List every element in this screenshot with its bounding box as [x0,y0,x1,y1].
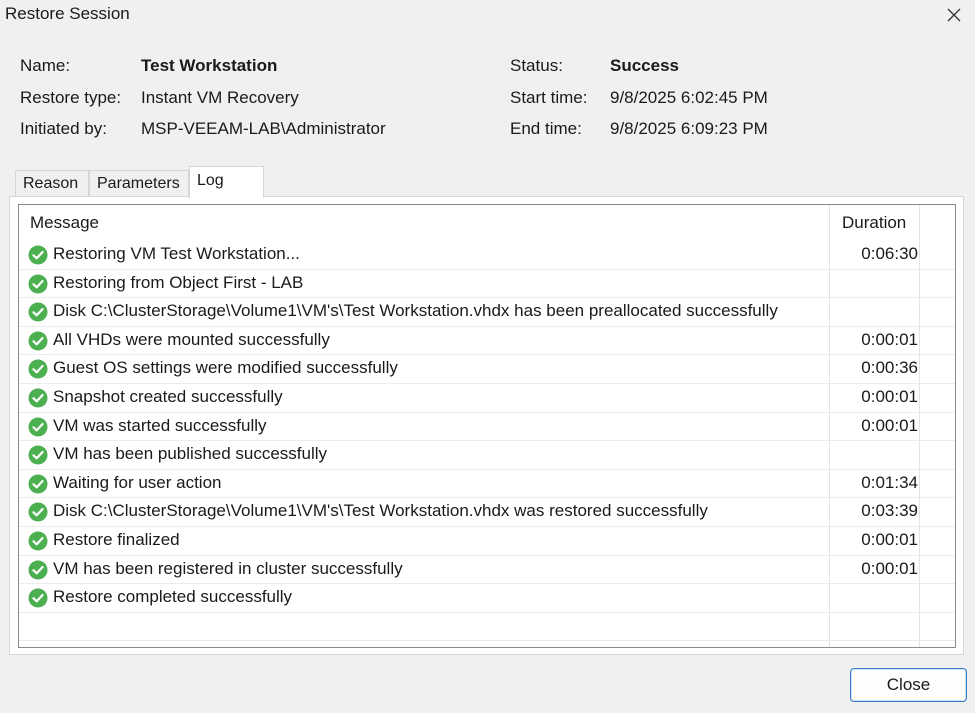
restore-type-label: Restore type: [20,88,122,107]
log-message: Restore completed successfully [53,587,293,607]
check-circle-icon [28,474,48,494]
check-circle-icon [28,531,48,551]
log-duration: 0:03:39 [861,501,918,521]
log-duration: 0:00:01 [861,415,918,435]
log-row[interactable]: Snapshot created successfully 0:00:01 [19,384,955,413]
check-circle-icon [28,445,48,465]
log-row[interactable]: VM was started successfully 0:00:01 [19,413,955,442]
log-duration: 0:01:34 [861,472,918,492]
log-message: VM was started successfully [53,415,267,435]
initiated-by-label: Initiated by: [20,119,107,138]
log-message: Restoring from Object First - LAB [53,272,304,292]
log-message: Restore finalized [53,530,180,549]
log-duration: 0:00:01 [861,387,918,406]
log-message: Snapshot created successfully [53,387,283,406]
initiated-by-value: MSP-VEEAM-LAB\Administrator [141,119,386,138]
duration-column-header[interactable]: Duration [842,213,906,233]
log-message: VM has been registered in cluster succes… [53,558,403,578]
restore-session-window: Restore Session Name: Test Workstation R… [0,0,975,713]
check-circle-icon [28,245,48,265]
log-message: VM has been published successfully [53,444,328,464]
log-duration: 0:00:01 [861,530,918,549]
log-panel: Message Duration Restoring VM Test Works… [9,196,964,655]
log-row[interactable]: Restore completed successfully [19,584,955,613]
log-row[interactable]: Waiting for user action 0:01:34 [19,470,955,499]
tab-reason[interactable]: Reason [15,170,89,196]
tab-parameters[interactable]: Parameters [89,170,189,196]
check-circle-icon [28,588,48,608]
log-message: Disk C:\ClusterStorage\Volume1\VM's\Test… [53,301,778,321]
log-duration: 0:06:30 [861,244,918,263]
check-circle-icon [28,331,48,351]
log-row[interactable]: VM has been published successfully [19,441,955,470]
log-row[interactable]: Guest OS settings were modified successf… [19,355,955,384]
log-grid[interactable]: Message Duration Restoring VM Test Works… [18,204,956,648]
title-bar: Restore Session [0,0,975,30]
log-duration: 0:00:36 [861,358,918,378]
log-row[interactable]: Disk C:\ClusterStorage\Volume1\VM's\Test… [19,298,955,327]
close-button[interactable]: Close [850,668,967,702]
log-message: Disk C:\ClusterStorage\Volume1\VM's\Test… [53,501,708,521]
log-row[interactable]: Disk C:\ClusterStorage\Volume1\VM's\Test… [19,498,955,527]
end-time-value: 9/8/2025 6:09:23 PM [610,119,768,138]
log-header-row: Message Duration [19,205,955,241]
log-row[interactable]: Restoring VM Test Workstation... 0:06:30 [19,241,955,270]
close-window-icon[interactable] [941,2,967,28]
status-value: Success [610,56,679,75]
empty-row [19,613,955,642]
log-message: All VHDs were mounted successfully [53,329,330,349]
start-time-label: Start time: [510,88,588,107]
message-column-header[interactable]: Message [30,213,99,233]
check-circle-icon [28,359,48,379]
name-label: Name: [20,56,71,75]
log-row[interactable]: All VHDs were mounted successfully 0:00:0… [19,327,955,356]
log-row[interactable]: Restore finalized 0:00:01 [19,527,955,556]
log-message: Guest OS settings were modified successf… [53,358,398,378]
restore-type-value: Instant VM Recovery [141,88,299,107]
end-time-label: End time: [510,119,582,138]
log-row[interactable]: VM has been registered in cluster succes… [19,556,955,585]
window-title: Restore Session [5,4,130,23]
check-circle-icon [28,560,48,580]
check-circle-icon [28,302,48,322]
check-circle-icon [28,502,48,522]
log-duration: 0:00:01 [861,329,918,349]
tab-log[interactable]: Log [189,166,264,198]
check-circle-icon [28,417,48,437]
start-time-value: 9/8/2025 6:02:45 PM [610,88,768,107]
log-message: Waiting for user action [53,472,222,492]
log-row[interactable]: Restoring from Object First - LAB [19,270,955,299]
log-message: Restoring VM Test Workstation... [53,244,300,263]
name-value: Test Workstation [141,56,278,75]
status-label: Status: [510,56,563,75]
log-duration: 0:00:01 [861,558,918,578]
check-circle-icon [28,388,48,408]
check-circle-icon [28,274,48,294]
